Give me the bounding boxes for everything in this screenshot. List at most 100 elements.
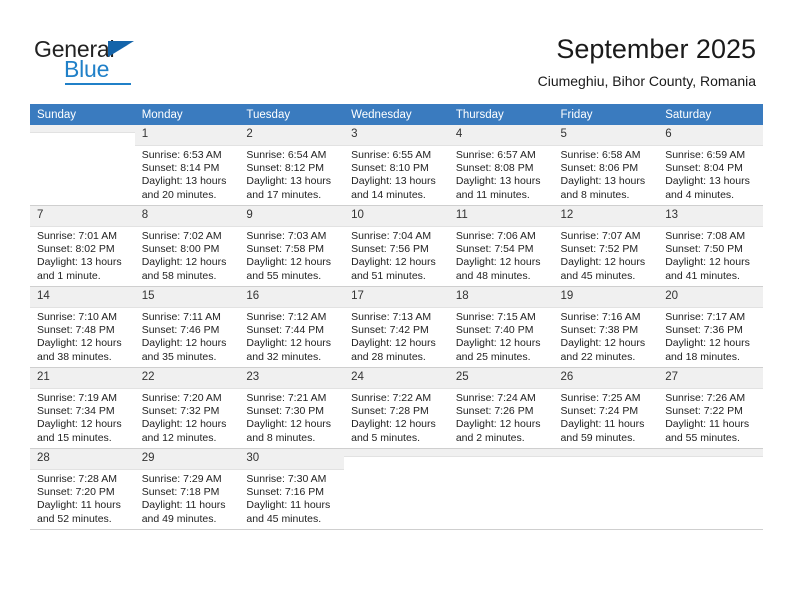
daylight-text: Daylight: 12 hours and 48 minutes.: [455, 256, 541, 282]
calendar-day-cell[interactable]: 25 Sunrise: 7:24 AM Sunset: 7:26 PM Dayligh…: [448, 367, 554, 449]
sunrise-text: Sunrise: 7:26 AM: [665, 392, 746, 404]
calendar-day-cell[interactable]: 22 Sunrise: 7:20 AM Sunset: 7:32 PM Dayligh…: [134, 367, 240, 449]
day-info: Sunrise: 7:02 AM Sunset: 8:00 PM Daylight:…: [135, 227, 240, 283]
sunrise-text: Sunrise: 7:16 AM: [560, 311, 641, 323]
calendar-day-cell[interactable]: 11 Sunrise: 7:06 AM Sunset: 7:54 PM Dayligh…: [448, 205, 554, 287]
calendar-day-cell[interactable]: 19 Sunrise: 7:16 AM Sunset: 7:38 PM Dayligh…: [553, 286, 659, 368]
sunset-text: Sunset: 7:48 PM: [37, 324, 115, 337]
calendar-day-cell[interactable]: 18 Sunrise: 7:15 AM Sunset: 7:40 PM Dayligh…: [448, 286, 554, 368]
sunset-text: Sunset: 7:44 PM: [246, 324, 325, 337]
calendar-day-cell[interactable]: 21 Sunrise: 7:19 AM Sunset: 7:34 PM Dayligh…: [30, 367, 135, 449]
day-number: 8: [134, 206, 240, 227]
day-info: Sunrise: 7:06 AM Sunset: 7:54 PM Daylight:…: [449, 227, 554, 283]
sunset-text: Sunset: 7:20 PM: [37, 486, 115, 499]
calendar-day-cell[interactable]: 6 Sunrise: 6:59 AM Sunset: 8:04 PM Daylight…: [658, 125, 763, 206]
day-info: Sunrise: 7:11 AM Sunset: 7:46 PM Daylight:…: [135, 308, 240, 364]
sunrise-text: Sunrise: 7:28 AM: [37, 473, 117, 485]
calendar-day-cell[interactable]: 24 Sunrise: 7:22 AM Sunset: 7:28 PM Dayligh…: [344, 367, 449, 449]
daylight-text: Daylight: 13 hours and 8 minutes.: [560, 175, 646, 201]
sunrise-text: Sunrise: 7:03 AM: [246, 230, 327, 242]
daylight-text: Daylight: 12 hours and 28 minutes.: [351, 337, 436, 363]
day-number: [658, 449, 763, 457]
calendar-day-cell[interactable]: 26 Sunrise: 7:25 AM Sunset: 7:24 PM Dayligh…: [553, 367, 659, 449]
calendar-day-cell[interactable]: 7 Sunrise: 7:01 AM Sunset: 8:02 PM Daylight…: [30, 205, 135, 287]
sunset-text: Sunset: 8:04 PM: [665, 162, 743, 175]
daylight-text: Daylight: 11 hours and 49 minutes.: [141, 499, 226, 525]
day-number: [448, 449, 554, 457]
day-info: Sunrise: 7:03 AM Sunset: 7:58 PM Daylight:…: [239, 227, 344, 283]
weekday-header-thursday: Thursday: [448, 104, 554, 125]
day-number: 10: [344, 206, 449, 227]
calendar-day-cell-empty: [658, 448, 763, 530]
calendar-day-cell[interactable]: 20 Sunrise: 7:17 AM Sunset: 7:36 PM Dayligh…: [658, 286, 763, 368]
daylight-text: Daylight: 11 hours and 45 minutes.: [246, 499, 331, 525]
sunrise-text: Sunrise: 7:30 AM: [246, 473, 327, 485]
calendar-day-cell[interactable]: 17 Sunrise: 7:13 AM Sunset: 7:42 PM Dayligh…: [344, 286, 449, 368]
calendar-day-cell[interactable]: 2 Sunrise: 6:54 AM Sunset: 8:12 PM Daylight…: [239, 125, 345, 206]
sunrise-text: Sunrise: 6:54 AM: [246, 149, 327, 161]
daylight-text: Daylight: 12 hours and 25 minutes.: [455, 337, 541, 363]
day-info: Sunrise: 7:25 AM Sunset: 7:24 PM Daylight:…: [554, 389, 659, 445]
day-number: 20: [658, 287, 763, 308]
day-info: Sunrise: 7:15 AM Sunset: 7:40 PM Daylight:…: [449, 308, 554, 364]
sunrise-text: Sunrise: 7:08 AM: [665, 230, 746, 242]
day-number: 22: [134, 368, 240, 389]
day-number: 24: [344, 368, 449, 389]
daylight-text: Daylight: 12 hours and 12 minutes.: [141, 418, 227, 444]
weekday-header-wednesday: Wednesday: [344, 104, 449, 125]
sunset-text: Sunset: 7:54 PM: [455, 243, 534, 256]
daylight-text: Daylight: 12 hours and 38 minutes.: [37, 337, 122, 363]
daylight-text: Daylight: 13 hours and 1 minute.: [37, 256, 122, 282]
sunrise-text: Sunrise: 7:06 AM: [455, 230, 536, 242]
calendar-day-cell[interactable]: 10 Sunrise: 7:04 AM Sunset: 7:56 PM Dayligh…: [344, 205, 449, 287]
sunset-text: Sunset: 7:40 PM: [455, 324, 534, 337]
sunset-text: Sunset: 8:10 PM: [351, 162, 429, 175]
calendar-day-cell[interactable]: 28 Sunrise: 7:28 AM Sunset: 7:20 PM Dayligh…: [30, 448, 135, 530]
day-info: Sunrise: 7:26 AM Sunset: 7:22 PM Daylight:…: [658, 389, 763, 445]
sunrise-text: Sunrise: 7:15 AM: [455, 311, 536, 323]
calendar-day-cell[interactable]: 9 Sunrise: 7:03 AM Sunset: 7:58 PM Daylight…: [239, 205, 345, 287]
day-info: Sunrise: 7:10 AM Sunset: 7:48 PM Daylight:…: [30, 308, 135, 364]
weekday-header-tuesday: Tuesday: [239, 104, 345, 125]
daylight-text: Daylight: 11 hours and 59 minutes.: [560, 418, 645, 444]
calendar-body: 1 Sunrise: 6:53 AM Sunset: 8:14 PM Daylight…: [30, 125, 763, 530]
day-info: Sunrise: 7:28 AM Sunset: 7:20 PM Daylight:…: [30, 470, 135, 526]
day-number: [344, 449, 449, 457]
calendar-day-cell[interactable]: 27 Sunrise: 7:26 AM Sunset: 7:22 PM Dayligh…: [658, 367, 763, 449]
weekday-header-saturday: Saturday: [658, 104, 763, 125]
sunset-text: Sunset: 7:42 PM: [351, 324, 429, 337]
calendar-day-cell[interactable]: 5 Sunrise: 6:58 AM Sunset: 8:06 PM Daylight…: [553, 125, 659, 206]
calendar-day-cell[interactable]: 4 Sunrise: 6:57 AM Sunset: 8:08 PM Daylight…: [448, 125, 554, 206]
general-blue-logo[interactable]: General Blue: [34, 36, 214, 86]
day-number: 14: [30, 287, 135, 308]
weekday-header-monday: Monday: [134, 104, 240, 125]
daylight-text: Daylight: 12 hours and 15 minutes.: [37, 418, 122, 444]
day-number: 7: [30, 206, 135, 227]
sunset-text: Sunset: 8:12 PM: [246, 162, 325, 175]
calendar-day-cell[interactable]: 23 Sunrise: 7:21 AM Sunset: 7:30 PM Dayligh…: [239, 367, 345, 449]
day-number: 26: [553, 368, 659, 389]
calendar-day-cell[interactable]: 14 Sunrise: 7:10 AM Sunset: 7:48 PM Dayligh…: [30, 286, 135, 368]
day-info: Sunrise: 7:21 AM Sunset: 7:30 PM Daylight:…: [239, 389, 344, 445]
day-number: [30, 125, 135, 133]
sunset-text: Sunset: 7:16 PM: [246, 486, 325, 499]
calendar-day-cell-empty: [344, 448, 449, 530]
calendar-day-cell[interactable]: 13 Sunrise: 7:08 AM Sunset: 7:50 PM Dayligh…: [658, 205, 763, 287]
daylight-text: Daylight: 12 hours and 41 minutes.: [665, 256, 750, 282]
sunrise-text: Sunrise: 7:22 AM: [351, 392, 432, 404]
sunrise-text: Sunrise: 7:13 AM: [351, 311, 432, 323]
calendar-day-cell[interactable]: 8 Sunrise: 7:02 AM Sunset: 8:00 PM Daylight…: [134, 205, 240, 287]
daylight-text: Daylight: 12 hours and 51 minutes.: [351, 256, 436, 282]
calendar-day-cell[interactable]: 15 Sunrise: 7:11 AM Sunset: 7:46 PM Dayligh…: [134, 286, 240, 368]
calendar-day-cell[interactable]: 16 Sunrise: 7:12 AM Sunset: 7:44 PM Dayligh…: [239, 286, 345, 368]
day-info: Sunrise: 7:04 AM Sunset: 7:56 PM Daylight:…: [344, 227, 449, 283]
sunset-text: Sunset: 7:38 PM: [560, 324, 639, 337]
calendar-day-cell[interactable]: 1 Sunrise: 6:53 AM Sunset: 8:14 PM Daylight…: [134, 125, 240, 206]
calendar-day-cell[interactable]: 29 Sunrise: 7:29 AM Sunset: 7:18 PM Dayligh…: [134, 448, 240, 530]
calendar-day-cell[interactable]: 30 Sunrise: 7:30 AM Sunset: 7:16 PM Dayligh…: [239, 448, 345, 530]
calendar-day-cell[interactable]: 12 Sunrise: 7:07 AM Sunset: 7:52 PM Dayligh…: [553, 205, 659, 287]
sunset-text: Sunset: 7:22 PM: [665, 405, 743, 418]
calendar-day-cell[interactable]: 3 Sunrise: 6:55 AM Sunset: 8:10 PM Daylight…: [344, 125, 449, 206]
day-info: Sunrise: 6:59 AM Sunset: 8:04 PM Daylight:…: [658, 146, 763, 202]
day-info: Sunrise: 6:54 AM Sunset: 8:12 PM Daylight:…: [239, 146, 344, 202]
